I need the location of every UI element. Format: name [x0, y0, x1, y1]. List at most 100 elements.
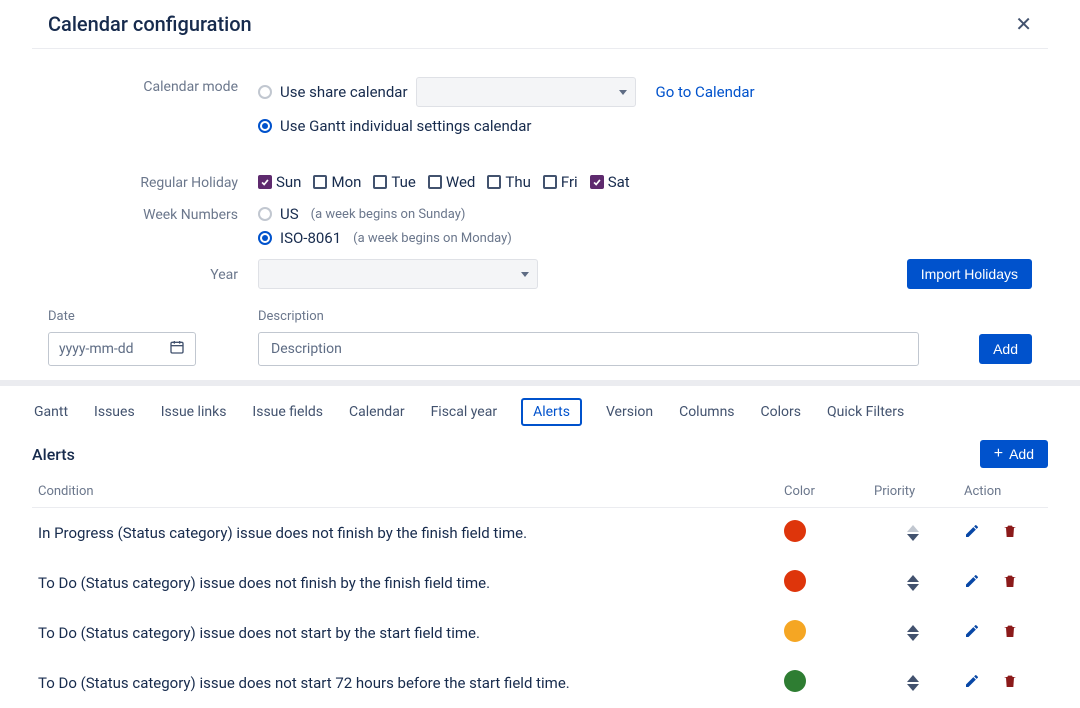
tab-version[interactable]: Version: [604, 400, 655, 424]
color-cell: [778, 558, 868, 608]
priority-cell: [868, 658, 958, 708]
edit-icon[interactable]: [964, 623, 980, 643]
priority-down-icon[interactable]: [907, 584, 919, 591]
tab-quick-filters[interactable]: Quick Filters: [825, 400, 906, 424]
hint-iso: (a week begins on Monday): [353, 231, 512, 246]
plus-icon: +: [994, 446, 1003, 462]
checkbox-label-sat: Sat: [608, 173, 630, 191]
checkbox-label-tue: Tue: [391, 173, 415, 191]
checkbox-fri[interactable]: [543, 175, 557, 189]
condition-cell: To Do (Status category) issue does not f…: [32, 558, 778, 608]
checkbox-tue[interactable]: [373, 175, 387, 189]
color-dot[interactable]: [784, 670, 806, 692]
priority-up-icon[interactable]: [907, 625, 919, 632]
calendar-mode-label: Calendar mode: [48, 77, 258, 95]
table-row: In Progress (Status category) issue does…: [32, 508, 1048, 559]
action-cell: [958, 658, 1048, 708]
tab-gantt[interactable]: Gantt: [32, 400, 70, 424]
alerts-section-title: Alerts: [32, 445, 75, 464]
action-cell: [958, 608, 1048, 658]
year-label: Year: [48, 265, 258, 283]
edit-icon[interactable]: [964, 573, 980, 593]
tab-fiscal-year[interactable]: Fiscal year: [429, 400, 500, 424]
tab-columns[interactable]: Columns: [677, 400, 736, 424]
priority-cell: [868, 508, 958, 559]
chevron-down-icon: [521, 272, 529, 277]
add-alert-label: Add: [1009, 446, 1034, 462]
calendar-icon[interactable]: [169, 339, 185, 359]
color-dot[interactable]: [784, 570, 806, 592]
delete-icon[interactable]: [1002, 573, 1018, 593]
condition-cell: In Progress (Status category) issue does…: [32, 508, 778, 559]
radio-us-label: US: [280, 205, 299, 223]
checkbox-label-mon: Mon: [331, 173, 361, 191]
import-holidays-button[interactable]: Import Holidays: [907, 259, 1032, 289]
priority-up-icon[interactable]: [907, 525, 919, 532]
color-dot[interactable]: [784, 520, 806, 542]
checkbox-sun[interactable]: [258, 175, 272, 189]
condition-cell: To Do (Status category) issue does not s…: [32, 658, 778, 708]
color-cell: [778, 658, 868, 708]
table-row: To Do (Status category) issue does not s…: [32, 608, 1048, 658]
close-icon[interactable]: ✕: [1015, 12, 1032, 36]
tab-colors[interactable]: Colors: [759, 400, 803, 424]
checkbox-sat[interactable]: [590, 175, 604, 189]
description-column-header: Description: [258, 309, 324, 324]
tab-calendar[interactable]: Calendar: [347, 400, 407, 424]
delete-icon[interactable]: [1002, 523, 1018, 543]
hint-us: (a week begins on Sunday): [311, 207, 466, 222]
radio-share-calendar[interactable]: [258, 85, 272, 99]
modal-title: Calendar configuration: [48, 12, 252, 36]
condition-cell: To Do (Status category) issue does not s…: [32, 608, 778, 658]
description-placeholder: Description: [271, 341, 342, 357]
edit-icon[interactable]: [964, 523, 980, 543]
go-to-calendar-link[interactable]: Go to Calendar: [656, 83, 755, 101]
delete-icon[interactable]: [1002, 623, 1018, 643]
week-numbers-label: Week Numbers: [48, 205, 258, 223]
alerts-table: Condition Color Priority Action In Progr…: [32, 474, 1048, 708]
radio-iso-label: ISO-8061: [280, 229, 341, 247]
checkbox-label-thu: Thu: [505, 173, 530, 191]
table-row: To Do (Status category) issue does not s…: [32, 658, 1048, 708]
priority-cell: [868, 608, 958, 658]
chevron-down-icon: [619, 90, 627, 95]
col-color: Color: [778, 474, 868, 508]
priority-down-icon[interactable]: [907, 634, 919, 641]
checkbox-thu[interactable]: [487, 175, 501, 189]
priority-cell: [868, 558, 958, 608]
delete-icon[interactable]: [1002, 673, 1018, 693]
priority-up-icon[interactable]: [907, 675, 919, 682]
checkbox-label-fri: Fri: [561, 173, 578, 191]
priority-down-icon[interactable]: [907, 534, 919, 541]
color-cell: [778, 608, 868, 658]
radio-iso-week[interactable]: [258, 231, 272, 245]
color-dot[interactable]: [784, 620, 806, 642]
tab-alerts[interactable]: Alerts: [521, 398, 582, 426]
priority-up-icon[interactable]: [907, 575, 919, 582]
edit-icon[interactable]: [964, 673, 980, 693]
action-cell: [958, 508, 1048, 559]
col-priority: Priority: [868, 474, 958, 508]
radio-gantt-label: Use Gantt individual settings calendar: [280, 117, 531, 135]
priority-down-icon[interactable]: [907, 684, 919, 691]
checkbox-wed[interactable]: [428, 175, 442, 189]
radio-gantt-individual[interactable]: [258, 119, 272, 133]
checkbox-label-wed: Wed: [446, 173, 476, 191]
tab-issues[interactable]: Issues: [92, 400, 137, 424]
add-alert-button[interactable]: + Add: [980, 440, 1048, 468]
col-action: Action: [958, 474, 1048, 508]
radio-share-label: Use share calendar: [280, 83, 408, 101]
date-input[interactable]: yyyy-mm-dd: [48, 332, 196, 366]
radio-us-week[interactable]: [258, 207, 272, 221]
description-input[interactable]: Description: [258, 332, 919, 366]
date-column-header: Date: [48, 309, 258, 324]
year-select[interactable]: [258, 259, 538, 289]
add-holiday-button[interactable]: Add: [979, 334, 1032, 364]
regular-holiday-label: Regular Holiday: [48, 173, 258, 191]
tab-issue-links[interactable]: Issue links: [159, 400, 229, 424]
checkbox-mon[interactable]: [313, 175, 327, 189]
col-condition: Condition: [32, 474, 778, 508]
checkbox-label-sun: Sun: [276, 173, 301, 191]
share-calendar-select[interactable]: [416, 77, 636, 107]
tab-issue-fields[interactable]: Issue fields: [250, 400, 325, 424]
